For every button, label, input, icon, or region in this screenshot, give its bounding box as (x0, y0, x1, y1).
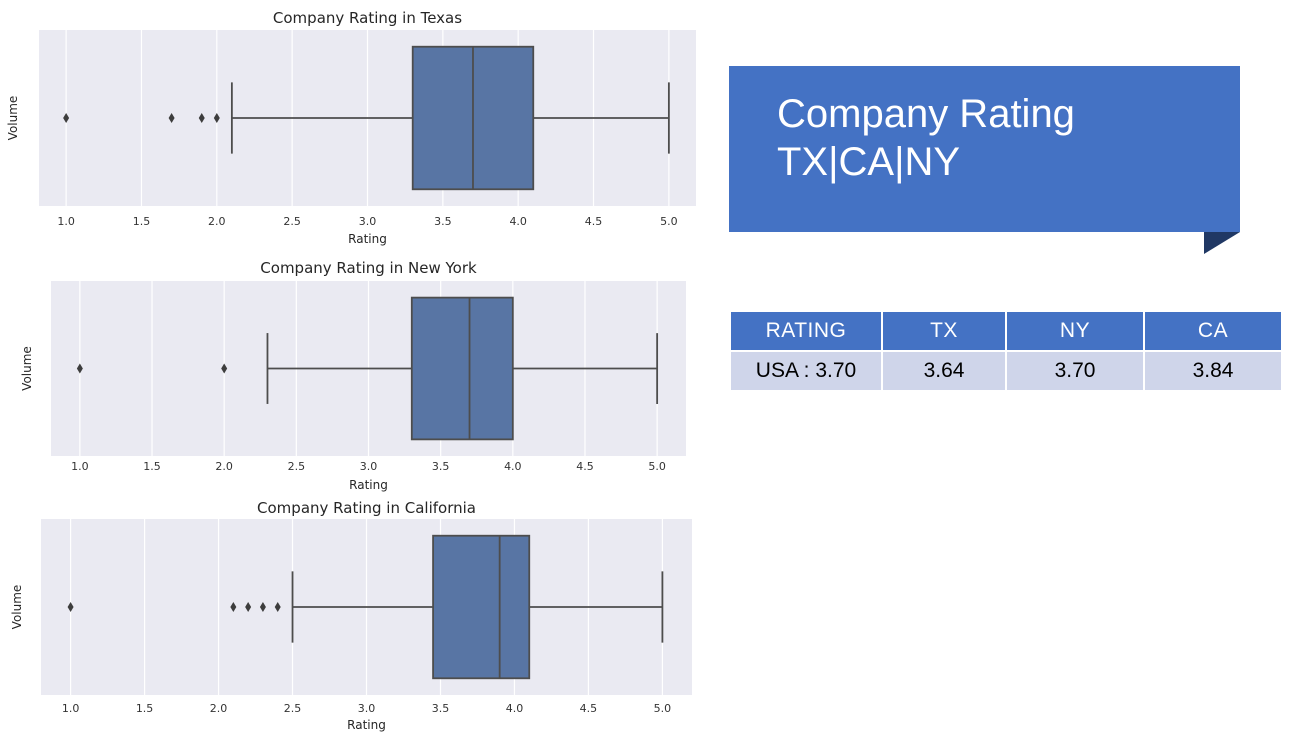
chart-title: Company Rating in New York (260, 259, 477, 277)
x-tick-label: 1.0 (71, 460, 89, 473)
y-axis-label: Volume (6, 96, 20, 141)
slide-title: Company Rating TX|CA|NY (777, 90, 1075, 186)
x-tick-label: 4.5 (576, 460, 594, 473)
x-tick-label: 2.5 (288, 460, 306, 473)
x-tick-label: 1.0 (62, 702, 80, 715)
x-tick-label: 5.0 (648, 460, 666, 473)
table-header-tx: TX (881, 310, 1007, 352)
table-cell-ny: 3.70 (1005, 350, 1145, 392)
table-cell-ca: 3.84 (1143, 350, 1283, 392)
x-tick-label: 3.5 (432, 702, 450, 715)
new-york-boxplot: 1.0 1.5 2.0 2.5 3.0 3.5 4.0 4.5 5.0 Company Ratin… (20, 259, 686, 492)
iqr-box (410, 296, 514, 441)
table-header-ny: NY (1005, 310, 1145, 352)
x-tick-label: 2.0 (210, 702, 228, 715)
chart-title: Company Rating in Texas (273, 9, 462, 27)
slide-title-line-2: TX|CA|NY (777, 140, 961, 184)
x-tick-label: 2.0 (208, 215, 226, 228)
x-axis-label: Rating (349, 478, 388, 492)
x-axis-label: Rating (348, 232, 387, 246)
table-row: USA : 3.70 3.64 3.70 3.84 (729, 350, 1283, 392)
ratings-table: RATING TX NY CA USA : 3.70 3.64 3.70 3.8… (729, 310, 1283, 392)
chart-title: Company Rating in California (257, 499, 476, 517)
x-tick-label: 4.5 (585, 215, 603, 228)
iqr-box (432, 534, 531, 680)
table-cell-tx: 3.64 (881, 350, 1007, 392)
texas-boxplot: 1.0 1.5 2.0 2.5 3.0 3.5 4.0 4.5 5.0 Company Ratin… (6, 9, 696, 246)
title-box-fold-corner (1204, 232, 1240, 254)
x-tick-label: 4.0 (506, 702, 524, 715)
x-tick-label: 3.0 (358, 702, 376, 715)
x-tick-label: 3.0 (359, 215, 377, 228)
x-tick-label: 4.0 (504, 460, 522, 473)
x-tick-label: 1.5 (133, 215, 151, 228)
x-tick-label: 4.5 (580, 702, 598, 715)
x-tick-label: 2.5 (283, 215, 301, 228)
x-tick-label: 5.0 (654, 702, 672, 715)
y-axis-label: Volume (10, 585, 24, 630)
table-header-row: RATING TX NY CA (729, 310, 1283, 352)
x-tick-label: 2.0 (215, 460, 233, 473)
x-tick-label: 3.5 (432, 460, 450, 473)
slide-title-box: Company Rating TX|CA|NY (729, 66, 1240, 232)
x-tick-label: 4.0 (509, 215, 527, 228)
x-tick-label: 2.5 (284, 702, 302, 715)
x-tick-label: 3.5 (434, 215, 452, 228)
table-cell-usa: USA : 3.70 (729, 350, 883, 392)
slide-title-line-1: Company Rating (777, 92, 1075, 136)
x-tick-label: 1.0 (57, 215, 75, 228)
table-header-ca: CA (1143, 310, 1283, 352)
table-header-rating: RATING (729, 310, 883, 352)
x-axis-label: Rating (347, 718, 386, 732)
california-boxplot: 1.0 1.5 2.0 2.5 3.0 3.5 4.0 4.5 5.0 Company Ratin… (10, 499, 692, 732)
x-tick-label: 5.0 (660, 215, 678, 228)
x-tick-label: 1.5 (136, 702, 154, 715)
x-tick-label: 1.5 (143, 460, 161, 473)
x-tick-label: 3.0 (360, 460, 378, 473)
y-axis-label: Volume (20, 346, 34, 391)
